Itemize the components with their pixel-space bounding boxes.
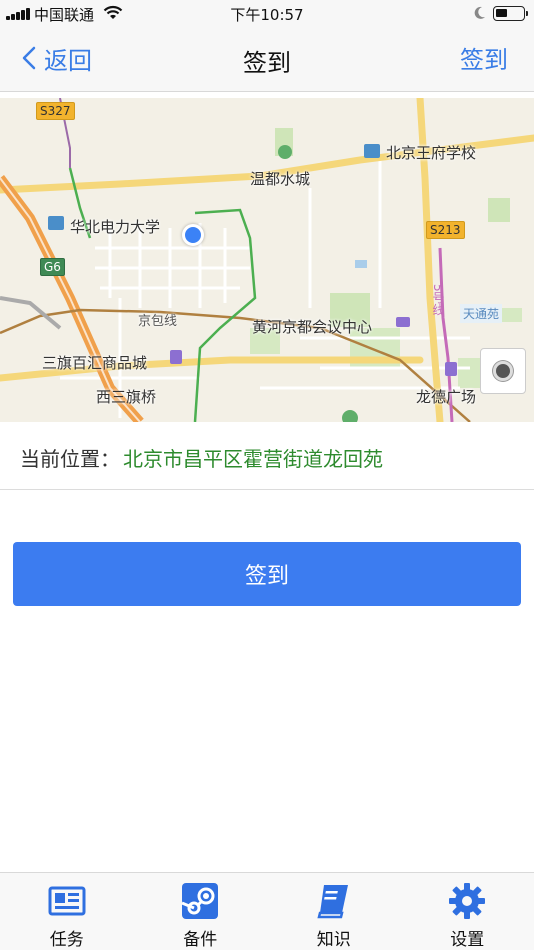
tab-tasks[interactable]: 任务 — [0, 873, 134, 950]
checkin-button[interactable]: 签到 — [13, 542, 521, 606]
map-label-hotspring: 温都水城 — [250, 170, 311, 188]
map-label-xisanqi: 西三旗桥 — [96, 388, 157, 406]
map-label-conference: 黄河京都会议中心 — [252, 318, 373, 336]
current-location-pin — [182, 224, 204, 246]
road-shield-s213: S213 — [426, 221, 465, 239]
book-icon — [317, 885, 348, 919]
tab-settings[interactable]: 设置 — [401, 873, 534, 950]
tab-label: 设置 — [450, 930, 485, 950]
nav-checkin-button[interactable]: 签到 — [460, 40, 508, 75]
steam-icon — [181, 883, 219, 919]
tab-parts[interactable]: 备件 — [134, 873, 268, 950]
map-label-school: 北京王府学校 — [386, 144, 477, 162]
map-label-tiantongyuan: 天通苑 — [460, 304, 503, 323]
map-label-university: 华北电力大学 — [70, 218, 161, 236]
moon-icon — [474, 6, 485, 19]
gear-icon — [449, 883, 486, 919]
map-label-mall: 三旗百汇商品城 — [42, 354, 148, 372]
clock: 下午10:57 — [230, 6, 304, 24]
current-location-row: 当前位置： 北京市昌平区霍营街道龙回苑 — [0, 422, 534, 490]
status-bar: 中国联通 下午10:57 — [0, 0, 534, 26]
map-label-jingbao: 京包线 — [138, 314, 178, 329]
map-label-line5: 5号线 — [431, 284, 445, 316]
location-label: 当前位置： — [20, 447, 120, 471]
tab-knowledge[interactable]: 知识 — [267, 873, 401, 950]
road-shield-g6: G6 — [40, 258, 65, 276]
newspaper-icon — [48, 886, 86, 916]
map-label-longde: 龙德广场 — [416, 388, 477, 406]
locate-icon — [493, 361, 513, 381]
tab-label: 任务 — [49, 930, 84, 950]
battery-icon — [493, 6, 528, 21]
tab-bar: 任务 备件 知识 设置 — [0, 872, 534, 950]
locate-button[interactable] — [480, 348, 526, 394]
road-shield-s327: S327 — [36, 102, 75, 120]
nav-bar: 返回 签到 签到 — [0, 26, 534, 92]
tab-label: 备件 — [183, 930, 218, 950]
map[interactable]: S327 G6 S213 北京王府学校 温都水城 华北电力大学 京包线 黄河京都… — [0, 98, 534, 422]
tab-label: 知识 — [316, 930, 351, 950]
page-title: 签到 — [243, 49, 291, 77]
location-value: 北京市昌平区霍营街道龙回苑 — [123, 447, 383, 471]
